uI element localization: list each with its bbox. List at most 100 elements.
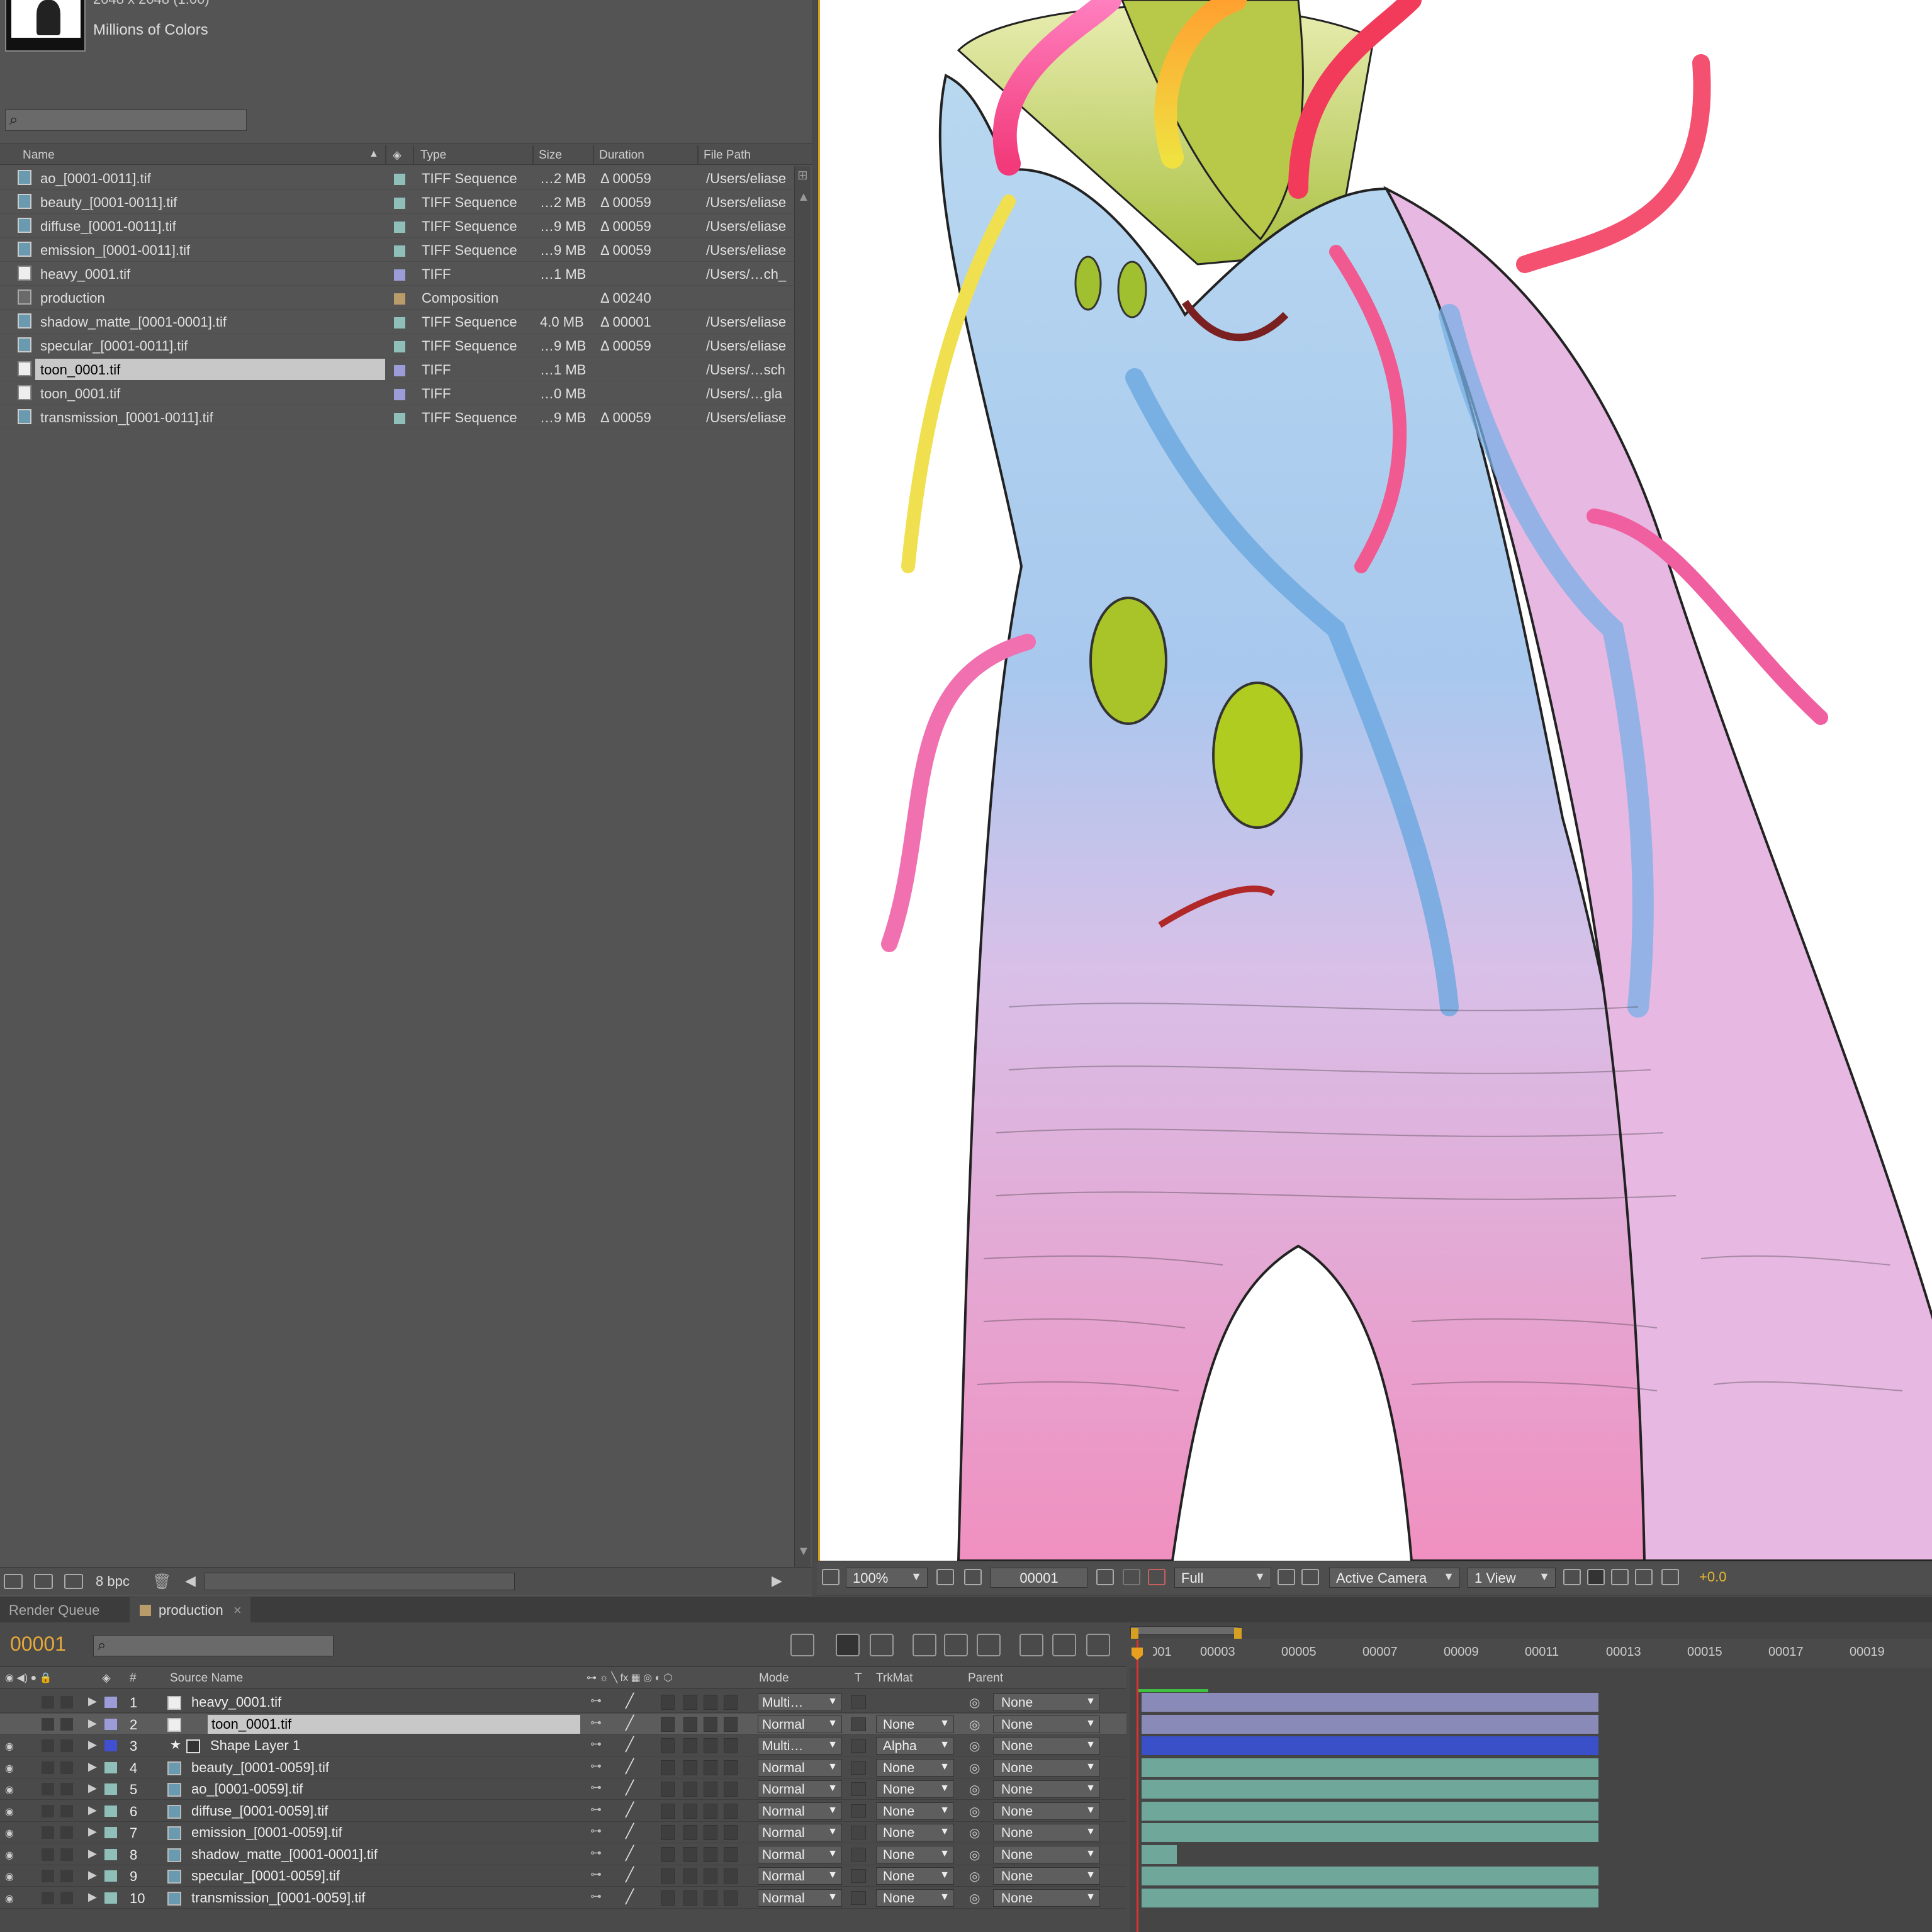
- scroll-up-icon[interactable]: ▲: [797, 190, 810, 205]
- label-swatch[interactable]: [104, 1848, 117, 1860]
- label-swatch[interactable]: [394, 365, 405, 376]
- solo-switch[interactable]: [42, 1783, 54, 1795]
- layer-row[interactable]: ◉ ▶ 4 beauty_[0001-0059].tif ⊶ ╱ Normal ▼ None ▼ ◎…: [0, 1757, 1126, 1778]
- label-swatch[interactable]: [394, 341, 405, 352]
- visibility-eye-icon[interactable]: [5, 1719, 19, 1730]
- magnification-dropdown[interactable]: 100% ▼: [846, 1568, 928, 1588]
- pick-whip-icon[interactable]: ◎: [969, 1804, 980, 1819]
- project-item[interactable]: beauty_[0001-0011].tif TIFF Sequence …2 MB…: [0, 190, 794, 214]
- collapse-switch-icon[interactable]: ⊶: [590, 1890, 602, 1903]
- label-swatch[interactable]: [394, 198, 405, 209]
- motion-blur-switch[interactable]: [704, 1760, 717, 1775]
- frame-blend-switch[interactable]: [683, 1868, 697, 1884]
- solo-switch[interactable]: [42, 1761, 54, 1774]
- collapse-switch-icon[interactable]: ⊶: [590, 1824, 602, 1838]
- blend-mode-dropdown[interactable]: Normal ▼: [758, 1824, 842, 1841]
- lock-switch[interactable]: [60, 1826, 73, 1839]
- blend-mode-dropdown[interactable]: Normal ▼: [758, 1889, 842, 1907]
- frame-blend-switch[interactable]: [683, 1803, 697, 1819]
- color-channels-icon[interactable]: [1148, 1569, 1165, 1585]
- exposure-value[interactable]: +0.0: [1699, 1569, 1726, 1585]
- project-item[interactable]: ao_[0001-0011].tif TIFF Sequence …2 MB Δ 00…: [0, 166, 794, 190]
- label-swatch[interactable]: [394, 389, 405, 400]
- layer-source-name[interactable]: toon_0001.tif: [208, 1714, 580, 1734]
- draft-3d-icon[interactable]: [836, 1634, 860, 1656]
- graph-editor-icon[interactable]: [977, 1634, 1001, 1656]
- parent-dropdown[interactable]: None ▼: [993, 1824, 1100, 1841]
- parent-dropdown[interactable]: None ▼: [993, 1715, 1100, 1733]
- quality-switch-icon[interactable]: ╱: [626, 1693, 634, 1709]
- layer-duration-bar[interactable]: [1142, 1693, 1598, 1712]
- 3d-layer-switch[interactable]: [724, 1695, 738, 1710]
- layer-source-name[interactable]: specular_[0001-0059].tif: [191, 1868, 340, 1884]
- 3d-layer-switch[interactable]: [724, 1890, 738, 1906]
- effect-switch[interactable]: [661, 1782, 675, 1797]
- lock-switch[interactable]: [60, 1696, 73, 1709]
- new-composition-icon[interactable]: [64, 1574, 83, 1589]
- blend-mode-dropdown[interactable]: Normal ▼: [758, 1780, 842, 1798]
- trash-icon[interactable]: 🗑: [152, 1573, 171, 1591]
- brainstorm-icon[interactable]: [1019, 1634, 1043, 1656]
- project-search-input[interactable]: ⌕: [5, 110, 247, 131]
- lock-switch[interactable]: [60, 1870, 73, 1882]
- lock-switch[interactable]: [60, 1783, 73, 1795]
- effect-switch[interactable]: [661, 1868, 675, 1884]
- 3d-layer-switch[interactable]: [724, 1738, 738, 1753]
- collapse-switch-icon[interactable]: ⊶: [590, 1781, 602, 1794]
- layer-row[interactable]: ◉ ▶ 5 ao_[0001-0059].tif ⊶ ╱ Normal ▼ None ▼ ◎ None…: [0, 1778, 1126, 1800]
- visibility-eye-icon[interactable]: [5, 1697, 19, 1708]
- preserve-transparency-checkbox[interactable]: [851, 1869, 866, 1883]
- show-snapshot-icon[interactable]: [1123, 1569, 1140, 1585]
- track-matte-dropdown[interactable]: None ▼: [876, 1824, 954, 1841]
- expand-triangle-icon[interactable]: ▶: [88, 1847, 97, 1860]
- tab-render-queue[interactable]: Render Queue: [0, 1597, 108, 1622]
- label-swatch[interactable]: [394, 317, 405, 329]
- region-of-interest-icon[interactable]: [936, 1569, 954, 1585]
- effect-switch[interactable]: [661, 1716, 675, 1732]
- quality-switch-icon[interactable]: ╱: [626, 1802, 634, 1818]
- snapshot-camera-icon[interactable]: [1096, 1569, 1114, 1585]
- layer-source-name[interactable]: emission_[0001-0059].tif: [191, 1824, 342, 1841]
- project-item[interactable]: heavy_0001.tif TIFF …1 MB/Users/…ch_: [0, 262, 794, 286]
- layer-source-name[interactable]: beauty_[0001-0059].tif: [191, 1760, 329, 1776]
- preserve-transparency-checkbox[interactable]: [851, 1695, 866, 1709]
- motion-blur-switch[interactable]: [704, 1695, 717, 1710]
- tab-production[interactable]: production ×: [130, 1597, 250, 1622]
- visibility-eye-icon[interactable]: ◉: [5, 1870, 19, 1882]
- preserve-transparency-checkbox[interactable]: [851, 1847, 866, 1862]
- current-time-indicator[interactable]: [1137, 1640, 1138, 1932]
- frame-blend-switch[interactable]: [683, 1738, 697, 1753]
- expand-triangle-icon[interactable]: ▶: [88, 1760, 97, 1773]
- composition-canvas[interactable]: [818, 0, 1932, 1561]
- pick-whip-icon[interactable]: ◎: [969, 1847, 980, 1863]
- visibility-eye-icon[interactable]: ◉: [5, 1762, 19, 1774]
- solo-switch[interactable]: [42, 1804, 54, 1817]
- project-item[interactable]: toon_0001.tif TIFF …1 MB/Users/…sch: [0, 357, 794, 381]
- label-swatch[interactable]: [104, 1740, 117, 1751]
- blend-mode-dropdown[interactable]: Normal ▼: [758, 1758, 842, 1777]
- layer-source-name[interactable]: diffuse_[0001-0059].tif: [191, 1803, 328, 1819]
- solo-switch[interactable]: [42, 1717, 54, 1731]
- label-swatch[interactable]: [394, 269, 405, 281]
- preserve-transparency-checkbox[interactable]: [851, 1890, 866, 1905]
- hide-shy-layers-icon[interactable]: [870, 1634, 894, 1656]
- pick-whip-icon[interactable]: ◎: [969, 1760, 980, 1776]
- effect-switch[interactable]: [661, 1760, 675, 1775]
- preserve-transparency-checkbox[interactable]: [851, 1717, 866, 1731]
- timeline-search-input[interactable]: ⌕: [93, 1635, 334, 1656]
- 3d-layer-switch[interactable]: [724, 1760, 738, 1775]
- solo-switch[interactable]: [42, 1870, 54, 1882]
- layer-row[interactable]: ▶ 1 heavy_0001.tif ⊶ ╱ Multi… ▼ ◎ None ▼: [0, 1692, 1126, 1713]
- toggle-transparency-grid-icon[interactable]: [964, 1569, 982, 1585]
- motion-blur-switch[interactable]: [704, 1782, 717, 1797]
- layer-row[interactable]: ◉ ▶ 10 transmission_[0001-0059].tif ⊶ ╱ Normal…: [0, 1887, 1126, 1909]
- scroll-down-icon[interactable]: ▼: [797, 1544, 810, 1559]
- motion-blur-icon[interactable]: [944, 1634, 968, 1656]
- expand-triangle-icon[interactable]: ▶: [88, 1890, 97, 1904]
- fast-previews-icon[interactable]: [1278, 1569, 1295, 1585]
- quality-switch-icon[interactable]: ╱: [626, 1736, 634, 1753]
- pick-whip-icon[interactable]: ◎: [969, 1890, 980, 1906]
- quality-switch-icon[interactable]: ╱: [626, 1780, 634, 1796]
- motion-blur-switch[interactable]: [704, 1846, 717, 1862]
- lock-switch[interactable]: [60, 1848, 73, 1861]
